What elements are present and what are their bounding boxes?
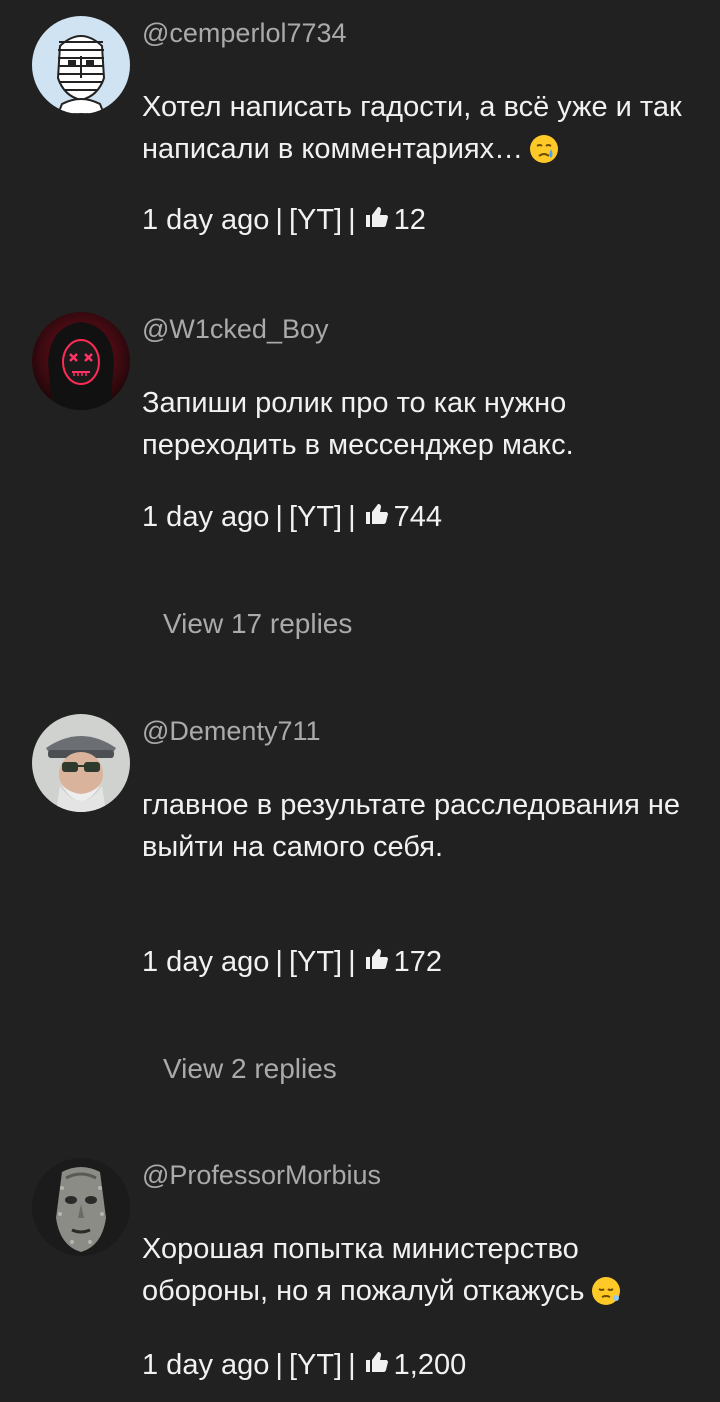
comment-author[interactable]: @W1cked_Boy — [142, 314, 328, 345]
comment-source: [YT] — [288, 501, 343, 533]
comment-time: 1 day ago — [142, 501, 270, 533]
meta-separator: | — [348, 501, 356, 533]
comment-time: 1 day ago — [142, 204, 270, 236]
view-replies-link[interactable]: View 2 replies — [163, 1053, 337, 1085]
view-replies-link[interactable]: View 17 replies — [163, 608, 352, 640]
like-count: 12 — [393, 204, 426, 236]
sad-face-emoji — [529, 134, 559, 176]
comment-author[interactable]: @cemperlol7734 — [142, 18, 347, 49]
sleepy-face-emoji — [591, 1276, 621, 1318]
meta-separator: | — [348, 946, 356, 978]
meta-separator: | — [275, 1349, 283, 1381]
comment-text: Запиши ролик про то как нужно переходить… — [142, 382, 702, 466]
comment-source: [YT] — [288, 1349, 343, 1381]
avatar[interactable] — [32, 1158, 130, 1256]
meta-separator: | — [275, 204, 283, 236]
comment-author[interactable]: @ProfessorMorbius — [142, 1160, 381, 1191]
avatar[interactable] — [32, 714, 130, 812]
like-count: 744 — [393, 501, 443, 533]
comment-text-content: главное в результате расследования не вы… — [142, 789, 681, 863]
like-count: 1,200 — [393, 1349, 467, 1381]
thumbs-up-icon[interactable] — [364, 1349, 388, 1382]
comment-source: [YT] — [288, 946, 343, 978]
thumbs-up-icon[interactable] — [364, 501, 388, 534]
comment-time: 1 day ago — [142, 946, 270, 978]
comment-text-content: Запиши ролик про то как нужно переходить… — [142, 387, 574, 461]
comment-text: главное в результате расследования не вы… — [142, 784, 702, 868]
like-count: 172 — [393, 946, 443, 978]
comment-source: [YT] — [288, 204, 343, 236]
comment-meta: 1 day ago | [YT] | 744 — [142, 501, 442, 534]
comment-meta: 1 day ago | [YT] | 1,200 — [142, 1349, 466, 1382]
meta-separator: | — [348, 1349, 356, 1381]
meta-separator: | — [275, 501, 283, 533]
comment-meta: 1 day ago | [YT] | 12 — [142, 204, 426, 237]
meta-separator: | — [348, 204, 356, 236]
meta-separator: | — [275, 946, 283, 978]
thumbs-up-icon[interactable] — [364, 946, 388, 979]
comment-text: Хотел написать гадости, а всё уже и так … — [142, 86, 702, 176]
comment-time: 1 day ago — [142, 1349, 270, 1381]
avatar[interactable] — [32, 312, 130, 410]
comment-author[interactable]: @Dementy711 — [142, 716, 321, 747]
comment-text: Хорошая попытка министерство обороны, но… — [142, 1228, 702, 1318]
comment-text-content: Хорошая попытка министерство обороны, но… — [142, 1233, 585, 1307]
thumbs-up-icon[interactable] — [364, 204, 388, 237]
avatar[interactable] — [32, 16, 130, 114]
comment-meta: 1 day ago | [YT] | 172 — [142, 946, 442, 979]
comment-text-content: Хотел написать гадости, а всё уже и так … — [142, 91, 682, 165]
